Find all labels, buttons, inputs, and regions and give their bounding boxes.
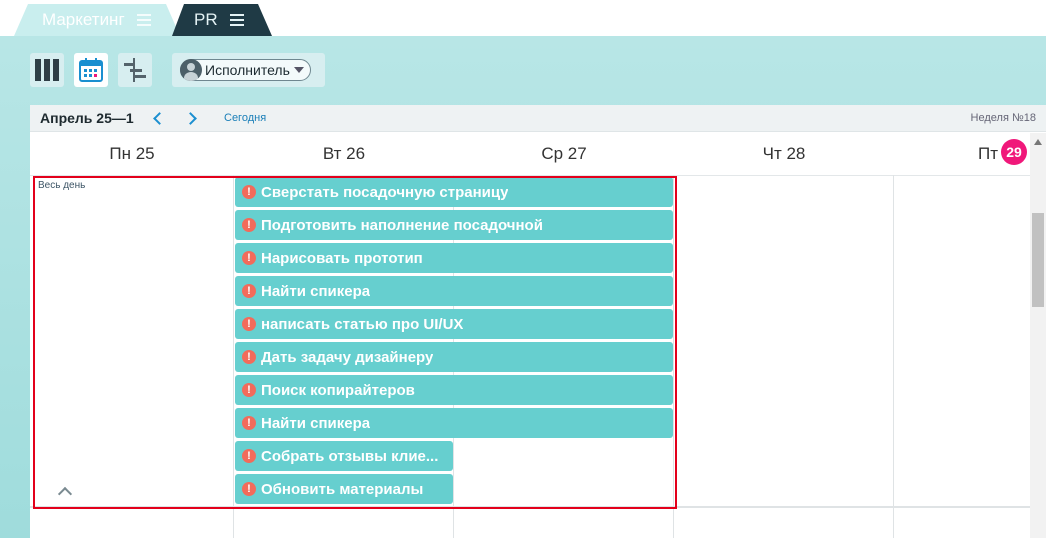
calendar-panel: Апрель 25—1 Сегодня Неделя №18 Пн 25 Вт … (30, 105, 1046, 538)
today-badge: 29 (1001, 139, 1028, 165)
gantt-icon (124, 58, 146, 82)
menu-icon[interactable] (136, 14, 151, 26)
tab-bar: Маркетинг PR (0, 0, 1046, 36)
user-icon (180, 59, 202, 81)
columns-view-button[interactable] (30, 53, 64, 87)
tab-pr[interactable]: PR (172, 4, 272, 36)
tab-label: PR (194, 10, 218, 29)
scrollbar[interactable] (1030, 133, 1046, 538)
day-label: Пт (978, 144, 999, 163)
week-number: Неделя №18 (970, 112, 1036, 124)
assignee-select[interactable]: Исполнитель (180, 59, 311, 81)
assignee-label: Исполнитель (205, 62, 290, 78)
day-header-tue: Вт 26 (322, 144, 366, 163)
scroll-up-icon[interactable] (1034, 139, 1042, 145)
day-header-mon: Пн 25 (109, 144, 155, 163)
assignee-filter: Исполнитель (172, 53, 325, 87)
chevron-right-icon[interactable] (183, 109, 201, 127)
tab-label: Маркетинг (42, 10, 125, 29)
divider (893, 175, 894, 538)
chevron-left-icon[interactable] (148, 109, 166, 127)
calendar-icon (79, 58, 103, 82)
scrollbar-thumb[interactable] (1032, 213, 1044, 307)
chevron-down-icon (293, 67, 304, 73)
columns-icon (35, 59, 59, 81)
tab-marketing[interactable]: Маркетинг (14, 4, 180, 36)
menu-icon[interactable] (229, 14, 244, 26)
today-link[interactable]: Сегодня (224, 112, 266, 124)
highlight-box (33, 176, 677, 509)
day-header-thu: Чт 28 (762, 144, 806, 163)
gantt-view-button[interactable] (118, 53, 152, 87)
day-header-wed: Ср 27 (541, 144, 587, 163)
date-range: Апрель 25—1 (40, 110, 134, 126)
day-header-fri: Пт 29 (894, 133, 1046, 175)
calendar-view-button[interactable] (74, 53, 108, 87)
calendar-nav: Апрель 25—1 Сегодня Неделя №18 (30, 105, 1046, 132)
